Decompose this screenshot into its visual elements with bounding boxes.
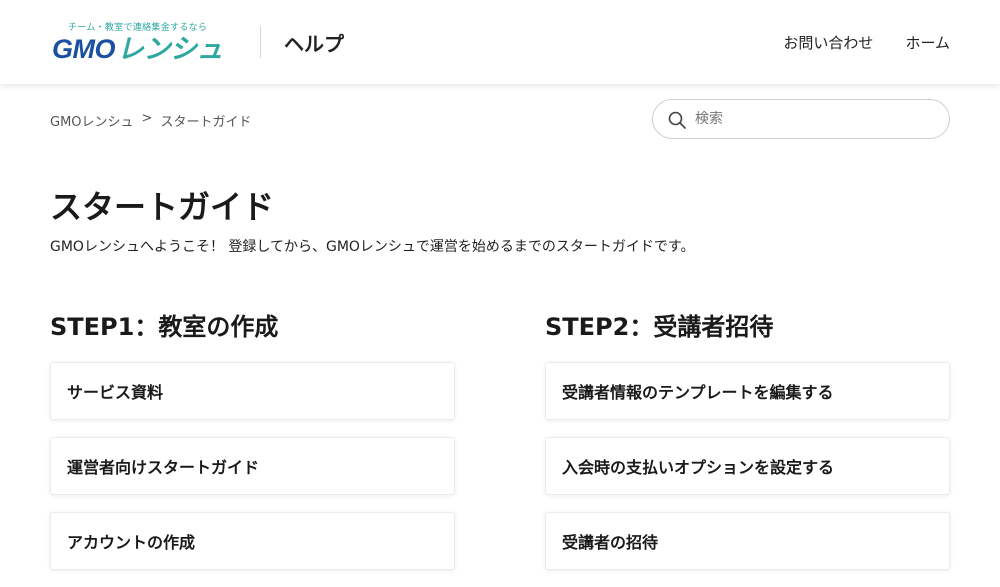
article-link[interactable]: 受講者情報のテンプレートを編集する (545, 362, 950, 420)
article-list: サービス資料 運営者向けスタートガイド アカウントの作成 (50, 362, 455, 570)
breadcrumb-home-link[interactable]: GMOレンシュ (50, 111, 134, 130)
search-box[interactable] (652, 99, 950, 139)
section-step1: STEP1：教室の作成 サービス資料 運営者向けスタートガイド アカウントの作成 (50, 310, 455, 587)
article-link[interactable]: アカウントの作成 (50, 512, 455, 570)
breadcrumb-separator: > (141, 111, 153, 126)
breadcrumb-current: スタートガイド (160, 115, 252, 130)
article-list: 受講者情報のテンプレートを編集する 入会時の支払いオプションを設定する 受講者の… (545, 362, 950, 570)
nav-home-link[interactable]: ホーム (905, 32, 950, 53)
section-heading: STEP1：教室の作成 (50, 313, 279, 341)
header-title[interactable]: ヘルプ (284, 28, 344, 57)
search-icon (668, 111, 686, 129)
page-title: スタートガイド (50, 188, 275, 226)
logo[interactable]: チーム・教室で連絡集金するなら GMOレンシュ (52, 20, 242, 66)
search-input[interactable] (695, 108, 935, 130)
header-divider (260, 26, 261, 58)
logo-gmo: GMO (52, 34, 116, 64)
logo-mark: GMOレンシュ (52, 32, 224, 66)
article-link[interactable]: 受講者の招待 (545, 512, 950, 570)
site-header: チーム・教室で連絡集金するなら GMOレンシュ ヘルプ お問い合わせ ホーム (0, 0, 1000, 84)
article-link[interactable]: 入会時の支払いオプションを設定する (545, 437, 950, 495)
page-description: GMOレンシュへようこそ！ 登録してから、GMOレンシュで運営を始めるまでのスタ… (50, 239, 695, 255)
logo-rensyu: レンシュ (117, 34, 224, 64)
article-link[interactable]: サービス資料 (50, 362, 455, 420)
nav-contact-link[interactable]: お問い合わせ (783, 32, 873, 53)
section-step2: STEP2：受講者招待 受講者情報のテンプレートを編集する 入会時の支払いオプシ… (545, 310, 950, 587)
article-link[interactable]: 運営者向けスタートガイド (50, 437, 455, 495)
section-heading: STEP2：受講者招待 (545, 313, 774, 341)
header-nav: お問い合わせ ホーム (783, 32, 950, 53)
breadcrumb: GMOレンシュ > スタートガイド (50, 111, 251, 130)
